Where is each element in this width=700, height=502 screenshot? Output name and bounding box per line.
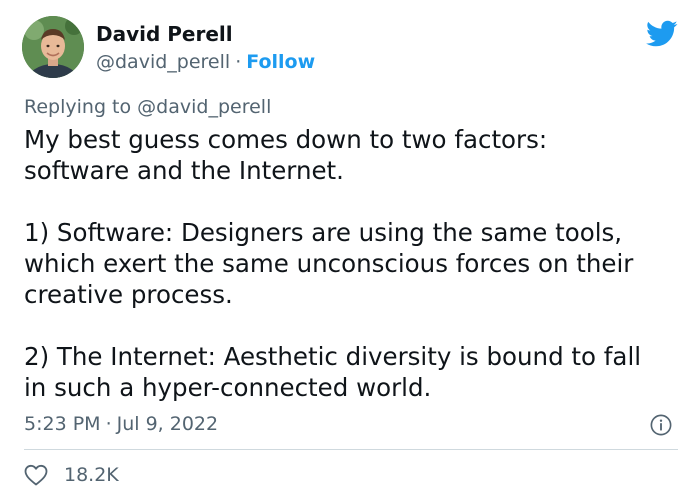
tweet-line: 2) The Internet: Aesthetic diversity is … [24,342,642,371]
tweet-text: My best guess comes down to two factors:… [24,124,684,403]
avatar[interactable] [22,16,84,78]
tweet-card: David Perell @david_perell · Follow Replyi… [0,0,700,502]
handle-separator: · [235,51,242,73]
like-button[interactable]: 18.2K [24,462,119,488]
author-handle[interactable]: @david_perell [96,51,230,73]
tweet-date: Jul 9, 2022 [116,413,219,435]
info-icon[interactable] [650,414,672,436]
tweet-line: in such a hyper-connected world. [24,373,432,402]
divider [24,449,678,450]
avatar-image [22,16,84,78]
timestamp-separator: · [105,413,112,435]
heart-icon[interactable] [24,464,48,486]
twitter-bird-icon[interactable] [646,20,678,48]
tweet-line: which exert the same unconscious forces … [24,249,634,278]
author-name[interactable]: David Perell [96,22,233,46]
tweet-line: creative process. [24,280,233,309]
tweet-time: 5:23 PM [24,413,101,435]
reply-mention-link[interactable]: @david_perell [137,96,271,118]
replying-prefix: Replying to [24,96,132,118]
tweet-line: software and the Internet. [24,156,344,185]
like-count: 18.2K [64,464,119,486]
replying-to: Replying to @david_perell [24,95,271,119]
tweet-line: 1) Software: Designers are using the sam… [24,218,623,247]
tweet-timestamp[interactable]: 5:23 PM · Jul 9, 2022 [24,412,218,436]
tweet-line: My best guess comes down to two factors: [24,125,548,154]
author-handle-row: @david_perell · Follow [96,50,315,74]
follow-button[interactable]: Follow [246,51,315,73]
